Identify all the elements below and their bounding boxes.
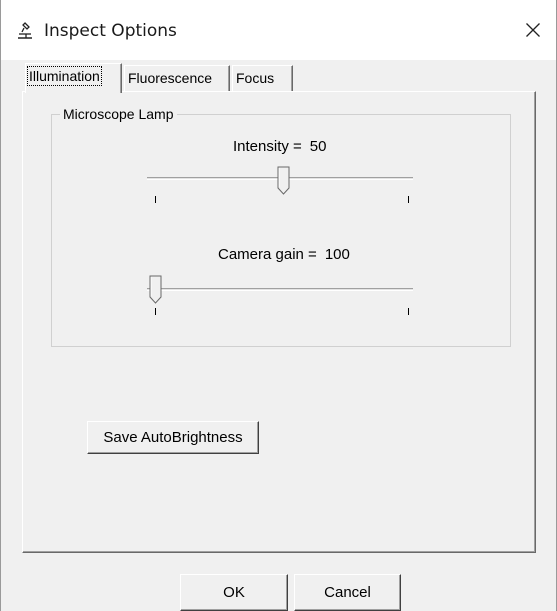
microscope-icon <box>18 22 32 39</box>
window-title: Inspect Options <box>44 21 177 41</box>
camera-gain-value: 100 <box>324 246 350 263</box>
tab-focus[interactable]: Focus <box>232 65 293 91</box>
camera-gain-label: Camera gain = 100 <box>218 246 350 263</box>
intensity-tick-min <box>155 196 156 203</box>
intensity-tick-max <box>408 196 409 203</box>
tab-strip: Illumination Fluorescence Focus <box>25 63 535 93</box>
intensity-slider-thumb[interactable] <box>277 166 291 196</box>
inspect-options-dialog: Inspect Options Illumination Fluorescenc… <box>0 0 557 611</box>
close-icon <box>526 23 540 37</box>
ok-button[interactable]: OK <box>180 574 288 611</box>
tab-illumination-label: Illumination <box>27 66 102 86</box>
camera-gain-label-text: Camera gain = <box>218 246 317 263</box>
camera-gain-tick-min <box>155 308 156 315</box>
camera-gain-slider-track[interactable] <box>147 288 413 291</box>
save-autobrightness-button[interactable]: Save AutoBrightness <box>87 421 259 454</box>
title-bar[interactable]: Inspect Options <box>1 0 556 60</box>
group-label: Microscope Lamp <box>60 106 177 122</box>
tab-fluorescence[interactable]: Fluorescence <box>124 65 230 91</box>
intensity-label-text: Intensity = <box>233 138 302 155</box>
tab-focus-label: Focus <box>236 70 275 86</box>
close-button[interactable] <box>510 0 556 60</box>
intensity-label: Intensity = 50 <box>233 138 326 155</box>
tab-illumination[interactable]: Illumination <box>25 63 122 93</box>
camera-gain-slider-thumb[interactable] <box>149 275 163 305</box>
camera-gain-tick-max <box>408 308 409 315</box>
tab-fluorescence-label: Fluorescence <box>128 70 213 86</box>
intensity-value: 50 <box>309 138 327 155</box>
cancel-button[interactable]: Cancel <box>294 574 401 611</box>
